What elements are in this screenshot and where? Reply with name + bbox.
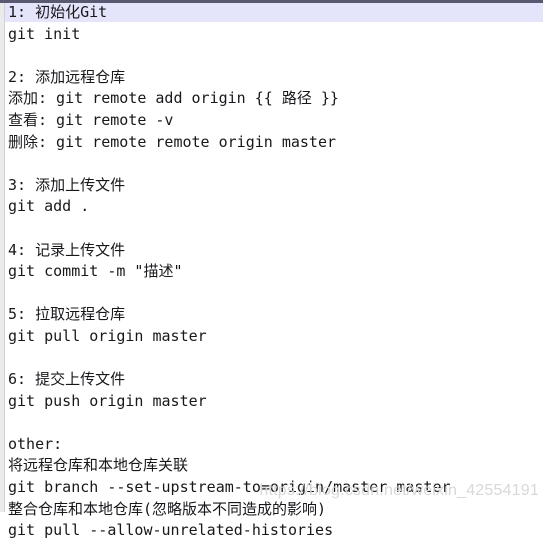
text-line: 添加: git remote add origin {{ 路径 }} [8, 89, 339, 108]
text-line: git pull --allow-unrelated-histories [8, 521, 334, 540]
document-text-area[interactable]: 1: 初始化Git git init 2: 添加远程仓库 添加: git rem… [0, 0, 543, 542]
text-line: git add . [8, 197, 90, 216]
text-line: 4: 记录上传文件 [8, 240, 126, 259]
text-line: 5: 拉取远程仓库 [8, 305, 126, 324]
text-line: git push origin master [8, 391, 207, 410]
text-line-blank [8, 45, 543, 67]
text-line-blank [8, 153, 543, 175]
text-line: 查看: git remote -v [8, 110, 174, 129]
text-line: git commit -m "描述" [8, 262, 183, 281]
text-line: 1: 初始化Git [8, 3, 108, 21]
text-line-blank [8, 283, 543, 305]
text-document-view[interactable]: 1: 初始化Git git init 2: 添加远程仓库 添加: git rem… [0, 0, 543, 539]
text-line: 2: 添加远程仓库 [8, 67, 126, 86]
text-line-blank [8, 348, 543, 370]
text-line-blank [8, 412, 543, 434]
text-line: git init [8, 24, 81, 43]
text-line: 整合仓库和本地仓库(忽略版本不同造成的影响) [8, 499, 327, 518]
text-line-blank [8, 218, 543, 240]
text-line: 将远程仓库和本地仓库关联 [8, 456, 189, 475]
text-line: other: [8, 434, 63, 453]
text-line: 删除: git remote remote origin master [8, 132, 337, 151]
text-line: 6: 提交上传文件 [8, 370, 126, 389]
text-line: git pull origin master [8, 326, 207, 345]
text-line: git branch --set-upstream-to=origin/mast… [8, 478, 451, 497]
text-line: 3: 添加上传文件 [8, 175, 126, 194]
